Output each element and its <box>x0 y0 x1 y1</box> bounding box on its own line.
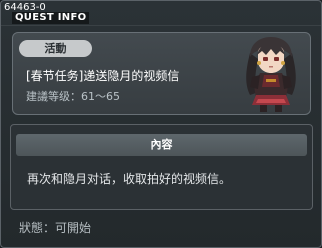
quest-status: 狀態：可開始 <box>19 221 92 235</box>
quest-summary-card: 活動 [春节任务]递送隐月的视频信 建議等级：61～65 <box>12 32 311 115</box>
quest-info-window: 64463-0 QUEST INFO 活動 [春节任务]递送隐月的视频信 建議等… <box>0 0 322 248</box>
content-description: 再次和隐月对话，收取拍好的视频信。 <box>27 172 232 186</box>
recommended-level: 建議等级：61～65 <box>26 90 120 103</box>
title-divider <box>1 25 321 26</box>
quest-name: [春节任务]递送隐月的视频信 <box>26 69 180 83</box>
quest-category-badge: 活動 <box>19 40 92 57</box>
npc-portrait-icon <box>246 37 296 112</box>
content-header: 內容 <box>16 134 307 156</box>
quest-content-card: 內容 再次和隐月对话，收取拍好的视频信。 <box>10 124 313 210</box>
window-title: QUEST INFO <box>12 12 90 24</box>
